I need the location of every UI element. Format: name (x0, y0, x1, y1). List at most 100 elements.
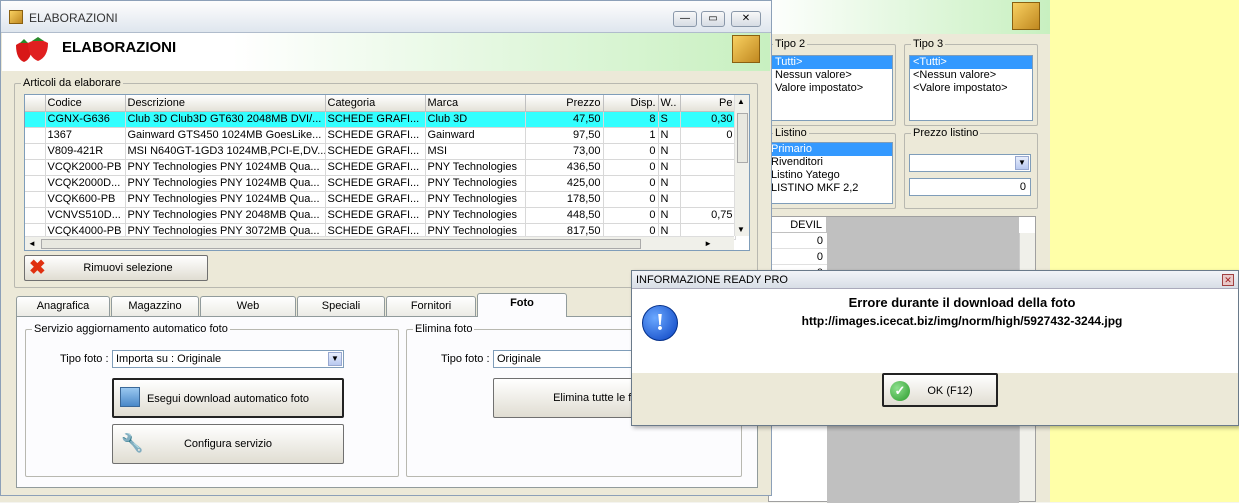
row-indicator[interactable] (25, 127, 46, 144)
row-indicator[interactable] (25, 207, 46, 224)
cube-logo-icon (1012, 2, 1040, 30)
row-indicator-header (25, 95, 46, 112)
table-cell: Club 3D Club3D GT630 2048MB DVI/... (125, 111, 326, 128)
tipo-foto-select[interactable]: Importa su : Originale ▼ (112, 350, 344, 368)
table-cell: PNY Technologies PNY 1024MB Qua... (125, 175, 326, 192)
remove-selection-button[interactable]: ✖ Rimuovi selezione (24, 255, 208, 281)
dialog-title-bar: INFORMAZIONE READY PRO ✕ (632, 271, 1238, 289)
list-item[interactable]: Rivenditori (768, 156, 892, 169)
chevron-down-icon[interactable]: ▼ (1015, 156, 1029, 170)
table-cell: VCQK2000-PB (45, 159, 126, 176)
chevron-down-icon[interactable]: ▼ (328, 352, 342, 366)
devil-header: DEVIL (769, 217, 827, 233)
column-header[interactable]: Disp. (603, 95, 659, 112)
list-item[interactable]: <Nessun valore> (910, 69, 1032, 82)
configura-servizio-button[interactable]: 🔧 Configura servizio (112, 424, 344, 464)
list-item[interactable]: <Valore impostato> (910, 82, 1032, 95)
list-item[interactable]: LISTINO MKF 2,2 (768, 182, 892, 195)
tipo3-label: Tipo 3 (911, 38, 946, 50)
vertical-scrollbar[interactable]: ▲ ▼ (734, 95, 749, 236)
close-button[interactable]: ✕ (731, 11, 761, 27)
tipo-foto-value: Importa su : Originale (116, 353, 222, 365)
listino-label: Listino (773, 127, 809, 139)
devil-cell: 0 (769, 249, 827, 265)
row-indicator[interactable] (25, 159, 46, 176)
tab-web[interactable]: Web (200, 296, 296, 316)
column-header[interactable]: Marca (425, 95, 526, 112)
table-cell: SCHEDE GRAFI... (325, 143, 426, 160)
row-indicator[interactable] (25, 111, 46, 128)
background-header (760, 0, 1050, 34)
app-icon (9, 10, 23, 24)
list-item[interactable]: Nessun valore> (772, 69, 892, 82)
tab-anagrafica[interactable]: Anagrafica (16, 296, 110, 316)
tab-magazzino[interactable]: Magazzino (111, 296, 199, 316)
table-row[interactable]: VCNVS510D... PNY Technologies PNY 2048MB … (25, 207, 736, 224)
elimina-tipo-foto-label: Tipo foto : (441, 353, 490, 365)
minimize-button[interactable]: — (673, 11, 697, 27)
tab-foto[interactable]: Foto (477, 293, 567, 317)
tab-fornitori[interactable]: Fornitori (386, 296, 476, 316)
dialog-message-line1: Errore durante il download della foto (848, 295, 1076, 310)
list-item[interactable]: Primario (768, 143, 892, 156)
articoli-group-label: Articoli da elaborare (21, 77, 123, 89)
row-indicator[interactable] (25, 175, 46, 192)
scroll-down-icon[interactable]: ▼ (737, 225, 745, 234)
download-icon (120, 387, 140, 407)
row-indicator[interactable] (25, 191, 46, 208)
listino-listbox[interactable]: Primario Rivenditori Listino Yatego LIST… (767, 142, 893, 204)
table-cell: PNY Technologies (425, 159, 526, 176)
list-item[interactable]: <Tutti> (910, 56, 1032, 69)
scroll-thumb[interactable] (41, 239, 641, 249)
table-row[interactable]: VCQK2000D... PNY Technologies PNY 1024MB … (25, 175, 736, 192)
list-item[interactable]: Tutti> (772, 56, 892, 69)
dialog-title: INFORMAZIONE READY PRO (636, 274, 788, 286)
horizontal-scrollbar[interactable]: ◄ ► (25, 236, 734, 250)
prezzo-listino-select[interactable]: ▼ (909, 154, 1031, 172)
column-header[interactable]: Categoria (325, 95, 426, 112)
column-header[interactable]: Pe (680, 95, 736, 112)
table-row[interactable]: VCQK600-PB PNY Technologies PNY 1024MB Qu… (25, 191, 736, 208)
scroll-right-icon[interactable]: ► (704, 239, 712, 248)
column-header[interactable]: Descrizione (125, 95, 326, 112)
prezzo-listino-group: Prezzo listino ▼ 0 (904, 127, 1038, 209)
scroll-up-icon[interactable]: ▲ (737, 97, 745, 106)
table-cell: 436,50 (525, 159, 604, 176)
table-row[interactable]: V809-421R MSI N640GT-1GD3 1024MB,PCI-E,DV… (25, 143, 736, 160)
tab-speciali[interactable]: Speciali (297, 296, 385, 316)
column-header[interactable]: Codice (45, 95, 126, 112)
scroll-thumb[interactable] (737, 113, 748, 163)
info-icon: ! (642, 305, 678, 341)
tipo2-listbox[interactable]: Tutti> Nessun valore> Valore impostato> (771, 55, 893, 121)
check-icon: ✓ (890, 381, 910, 401)
prezzo-listino-input[interactable]: 0 (909, 178, 1031, 196)
table-row[interactable]: 1367 Gainward GTS450 1024MB GoesLike... SC… (25, 127, 736, 144)
auto-foto-group-label: Servizio aggiornamento automatico foto (32, 323, 230, 335)
tipo2-group: Tipo 2 Tutti> Nessun valore> Valore impo… (766, 38, 896, 126)
download-foto-label: Esegui download automatico foto (146, 393, 310, 405)
maximize-button[interactable]: ▭ (701, 11, 725, 27)
table-cell: N (658, 207, 681, 224)
list-item[interactable]: Valore impostato> (772, 82, 892, 95)
row-indicator[interactable] (25, 143, 46, 160)
close-icon[interactable]: ✕ (1222, 274, 1234, 286)
ok-button[interactable]: ✓ OK (F12) (882, 373, 998, 407)
download-foto-button[interactable]: Esegui download automatico foto (112, 378, 344, 418)
table-cell: N (658, 175, 681, 192)
scroll-left-icon[interactable]: ◄ (28, 239, 36, 248)
table-cell: PNY Technologies PNY 1024MB Qua... (125, 191, 326, 208)
column-header[interactable]: Prezzo (525, 95, 604, 112)
list-item[interactable]: Listino Yatego (768, 169, 892, 182)
column-header[interactable]: W.. (658, 95, 681, 112)
tipo3-listbox[interactable]: <Tutti> <Nessun valore> <Valore impostat… (909, 55, 1033, 121)
table-row[interactable]: CGNX-G636 Club 3D Club3D GT630 2048MB DVI… (25, 111, 736, 128)
table-cell: N (658, 143, 681, 160)
table-row[interactable]: VCQK2000-PB PNY Technologies PNY 1024MB Q… (25, 159, 736, 176)
table-cell: SCHEDE GRAFI... (325, 191, 426, 208)
title-bar: ELABORAZIONI — ▭ ✕ (1, 1, 771, 33)
table-cell: 0,30 (680, 111, 736, 128)
table-cell: 73,00 (525, 143, 604, 160)
articoli-grid[interactable]: Codice Descrizione Categoria Marca Prezz… (24, 94, 750, 251)
table-cell: 1 (603, 127, 659, 144)
table-cell (680, 159, 736, 176)
